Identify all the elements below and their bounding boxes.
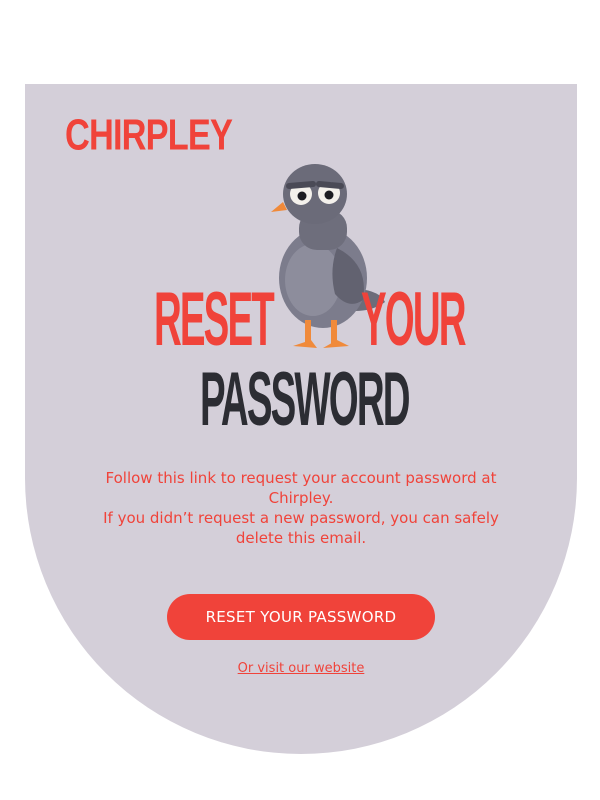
- title-password: PASSWORD: [200, 358, 411, 443]
- title-reset: RESET: [154, 278, 275, 363]
- visit-website-link[interactable]: Or visit our website: [25, 661, 577, 676]
- message-line-2: If you didn’t request a new password, yo…: [103, 509, 499, 547]
- email-card: CHIRPLEY RESET YOUR PASSWORD Follow this…: [25, 84, 577, 754]
- chirpley-logo: CHIRPLEY: [65, 111, 233, 160]
- hero-section: RESET YOUR PASSWORD: [25, 154, 577, 444]
- message-line-1: Follow this link to request your account…: [105, 469, 497, 507]
- message-text: Follow this link to request your account…: [101, 468, 501, 548]
- reset-password-button[interactable]: RESET YOUR PASSWORD: [167, 594, 435, 640]
- email-page: CHIRPLEY RESET YOUR PASSWORD Follow this…: [0, 0, 600, 800]
- title-your: YOUR: [361, 278, 466, 363]
